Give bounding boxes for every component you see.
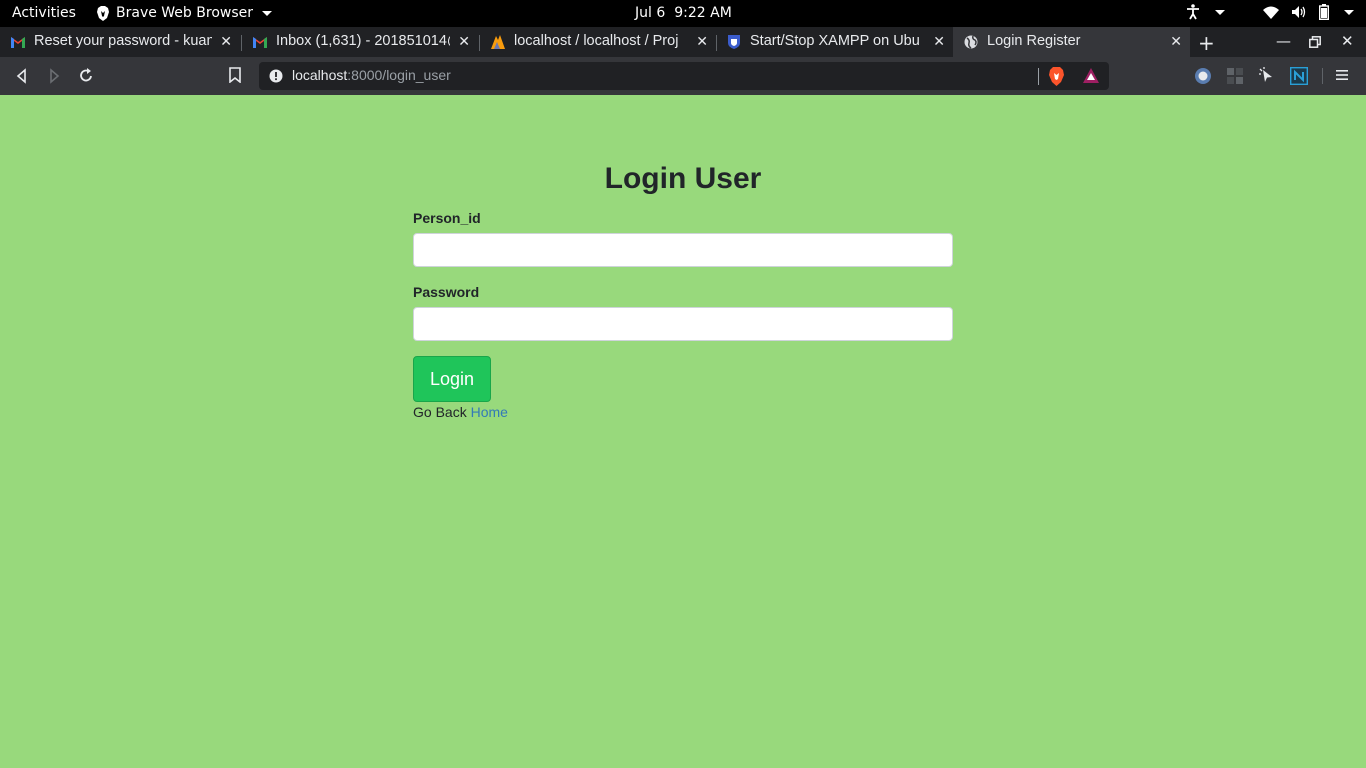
close-window-button[interactable]: ✕: [1341, 32, 1354, 50]
extension-grid-icon[interactable]: [1226, 67, 1244, 85]
browser-toolbar: localhost:8000/login_user: [0, 57, 1366, 95]
power-menu-icon[interactable]: [1344, 9, 1354, 15]
tab-title: Inbox (1,631) - 201851014@: [276, 33, 450, 49]
system-top-bar: Activities Brave Web Browser Jul 6 9:22 A…: [0, 0, 1366, 27]
reload-icon[interactable]: [76, 66, 96, 86]
extension-n-icon[interactable]: [1290, 67, 1308, 85]
tab-title: Start/Stop XAMPP on Ubu: [750, 33, 920, 49]
tab-strip: Reset your password - kuan ✕ Inbox (1,63…: [0, 27, 1366, 57]
phpmyadmin-icon: [491, 35, 505, 49]
tab-title: Login Register: [987, 33, 1081, 49]
tab-reset-password[interactable]: Reset your password - kuan ✕: [0, 27, 240, 57]
wifi-icon[interactable]: [1263, 6, 1279, 19]
brave-shields-icon[interactable]: [1048, 67, 1065, 86]
tab-close-icon[interactable]: ✕: [458, 33, 470, 50]
activities-button[interactable]: Activities: [12, 5, 76, 21]
tab-xampp[interactable]: Start/Stop XAMPP on Ubu ✕: [716, 27, 953, 57]
tab-login-register[interactable]: Login Register ✕: [953, 27, 1190, 57]
volume-icon[interactable]: [1291, 5, 1307, 19]
date-label: Jul 6: [635, 5, 666, 21]
site-info-icon[interactable]: [269, 69, 283, 83]
tab-title: Reset your password - kuan: [34, 33, 212, 49]
chevron-down-icon: [262, 10, 272, 16]
tab-inbox[interactable]: Inbox (1,631) - 201851014@ ✕: [242, 27, 478, 57]
brave-lion-icon: [97, 5, 109, 21]
forward-icon[interactable]: [44, 66, 64, 86]
bookmark-icon[interactable]: [229, 67, 241, 83]
gmail-icon: [253, 37, 267, 48]
xampp-shield-icon: [728, 35, 740, 49]
tab-close-icon[interactable]: ✕: [933, 33, 945, 50]
tab-title: localhost / localhost / Proj: [514, 33, 679, 49]
tab-close-icon[interactable]: ✕: [696, 33, 708, 50]
person-id-input[interactable]: [413, 233, 953, 267]
page-title: Login User: [604, 162, 762, 195]
address-bar[interactable]: localhost:8000/login_user: [259, 62, 1109, 90]
home-link[interactable]: Home: [471, 404, 508, 420]
go-back-line: Go Back Home: [413, 404, 508, 420]
login-button[interactable]: Login: [413, 356, 491, 402]
extension-circle-icon[interactable]: [1194, 67, 1212, 85]
maximize-button[interactable]: [1309, 36, 1321, 48]
url-path: :8000/login_user: [347, 67, 451, 83]
minimize-button[interactable]: —: [1276, 32, 1291, 50]
gmail-icon: [11, 37, 25, 48]
time-label: 9:22 AM: [674, 5, 732, 21]
extension-cursor-icon[interactable]: [1258, 67, 1276, 85]
chevron-down-icon[interactable]: [1215, 9, 1225, 15]
go-back-text: Go Back: [413, 404, 467, 420]
clock[interactable]: Jul 6 9:22 AM: [635, 5, 732, 21]
globe-icon: [964, 35, 978, 49]
hamburger-menu-icon[interactable]: [1335, 68, 1349, 82]
app-menu[interactable]: Brave Web Browser: [96, 5, 272, 21]
password-label: Password: [413, 284, 480, 300]
brave-rewards-icon[interactable]: [1083, 68, 1099, 83]
tab-close-icon[interactable]: ✕: [1170, 33, 1182, 50]
new-tab-button[interactable]: +: [1198, 31, 1215, 55]
battery-icon[interactable]: [1319, 4, 1329, 20]
app-name: Brave Web Browser: [116, 5, 253, 21]
accessibility-icon[interactable]: [1186, 4, 1200, 20]
back-icon[interactable]: [12, 66, 32, 86]
url-text[interactable]: localhost:8000/login_user: [292, 67, 451, 83]
person-id-label: Person_id: [413, 210, 481, 226]
url-host: localhost: [292, 67, 348, 83]
system-tray[interactable]: [1186, 4, 1354, 20]
password-input[interactable]: [413, 307, 953, 341]
toolbar-divider: [1322, 68, 1323, 84]
tab-phpmyadmin[interactable]: localhost / localhost / Proj ✕: [480, 27, 716, 57]
omnibox-divider: [1038, 68, 1039, 85]
tab-close-icon[interactable]: ✕: [220, 33, 232, 50]
